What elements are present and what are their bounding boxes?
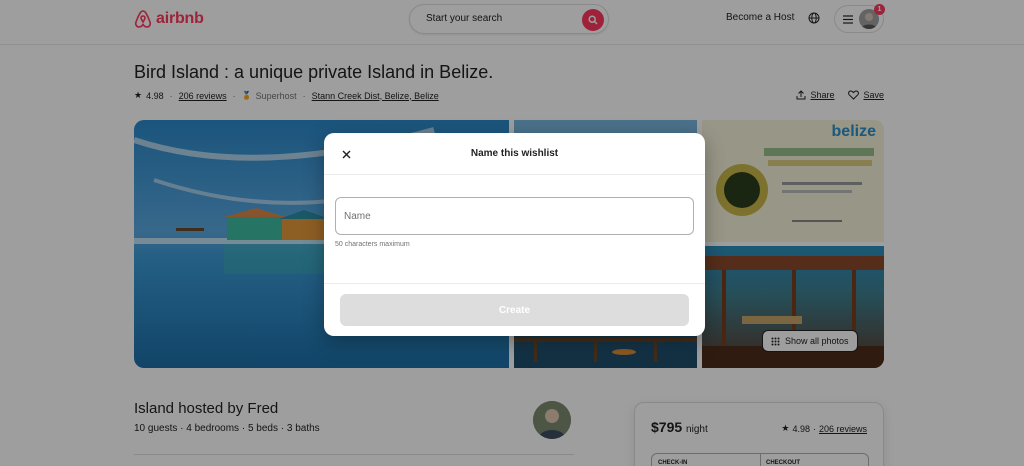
wishlist-modal: Name this wishlist 50 characters maximum… — [324, 133, 705, 336]
character-limit-hint: 50 characters maximum — [335, 241, 410, 248]
wishlist-name-input[interactable] — [335, 197, 694, 235]
modal-title: Name this wishlist — [470, 148, 559, 159]
modal-header: Name this wishlist — [324, 133, 705, 175]
create-button[interactable]: Create — [340, 294, 689, 326]
